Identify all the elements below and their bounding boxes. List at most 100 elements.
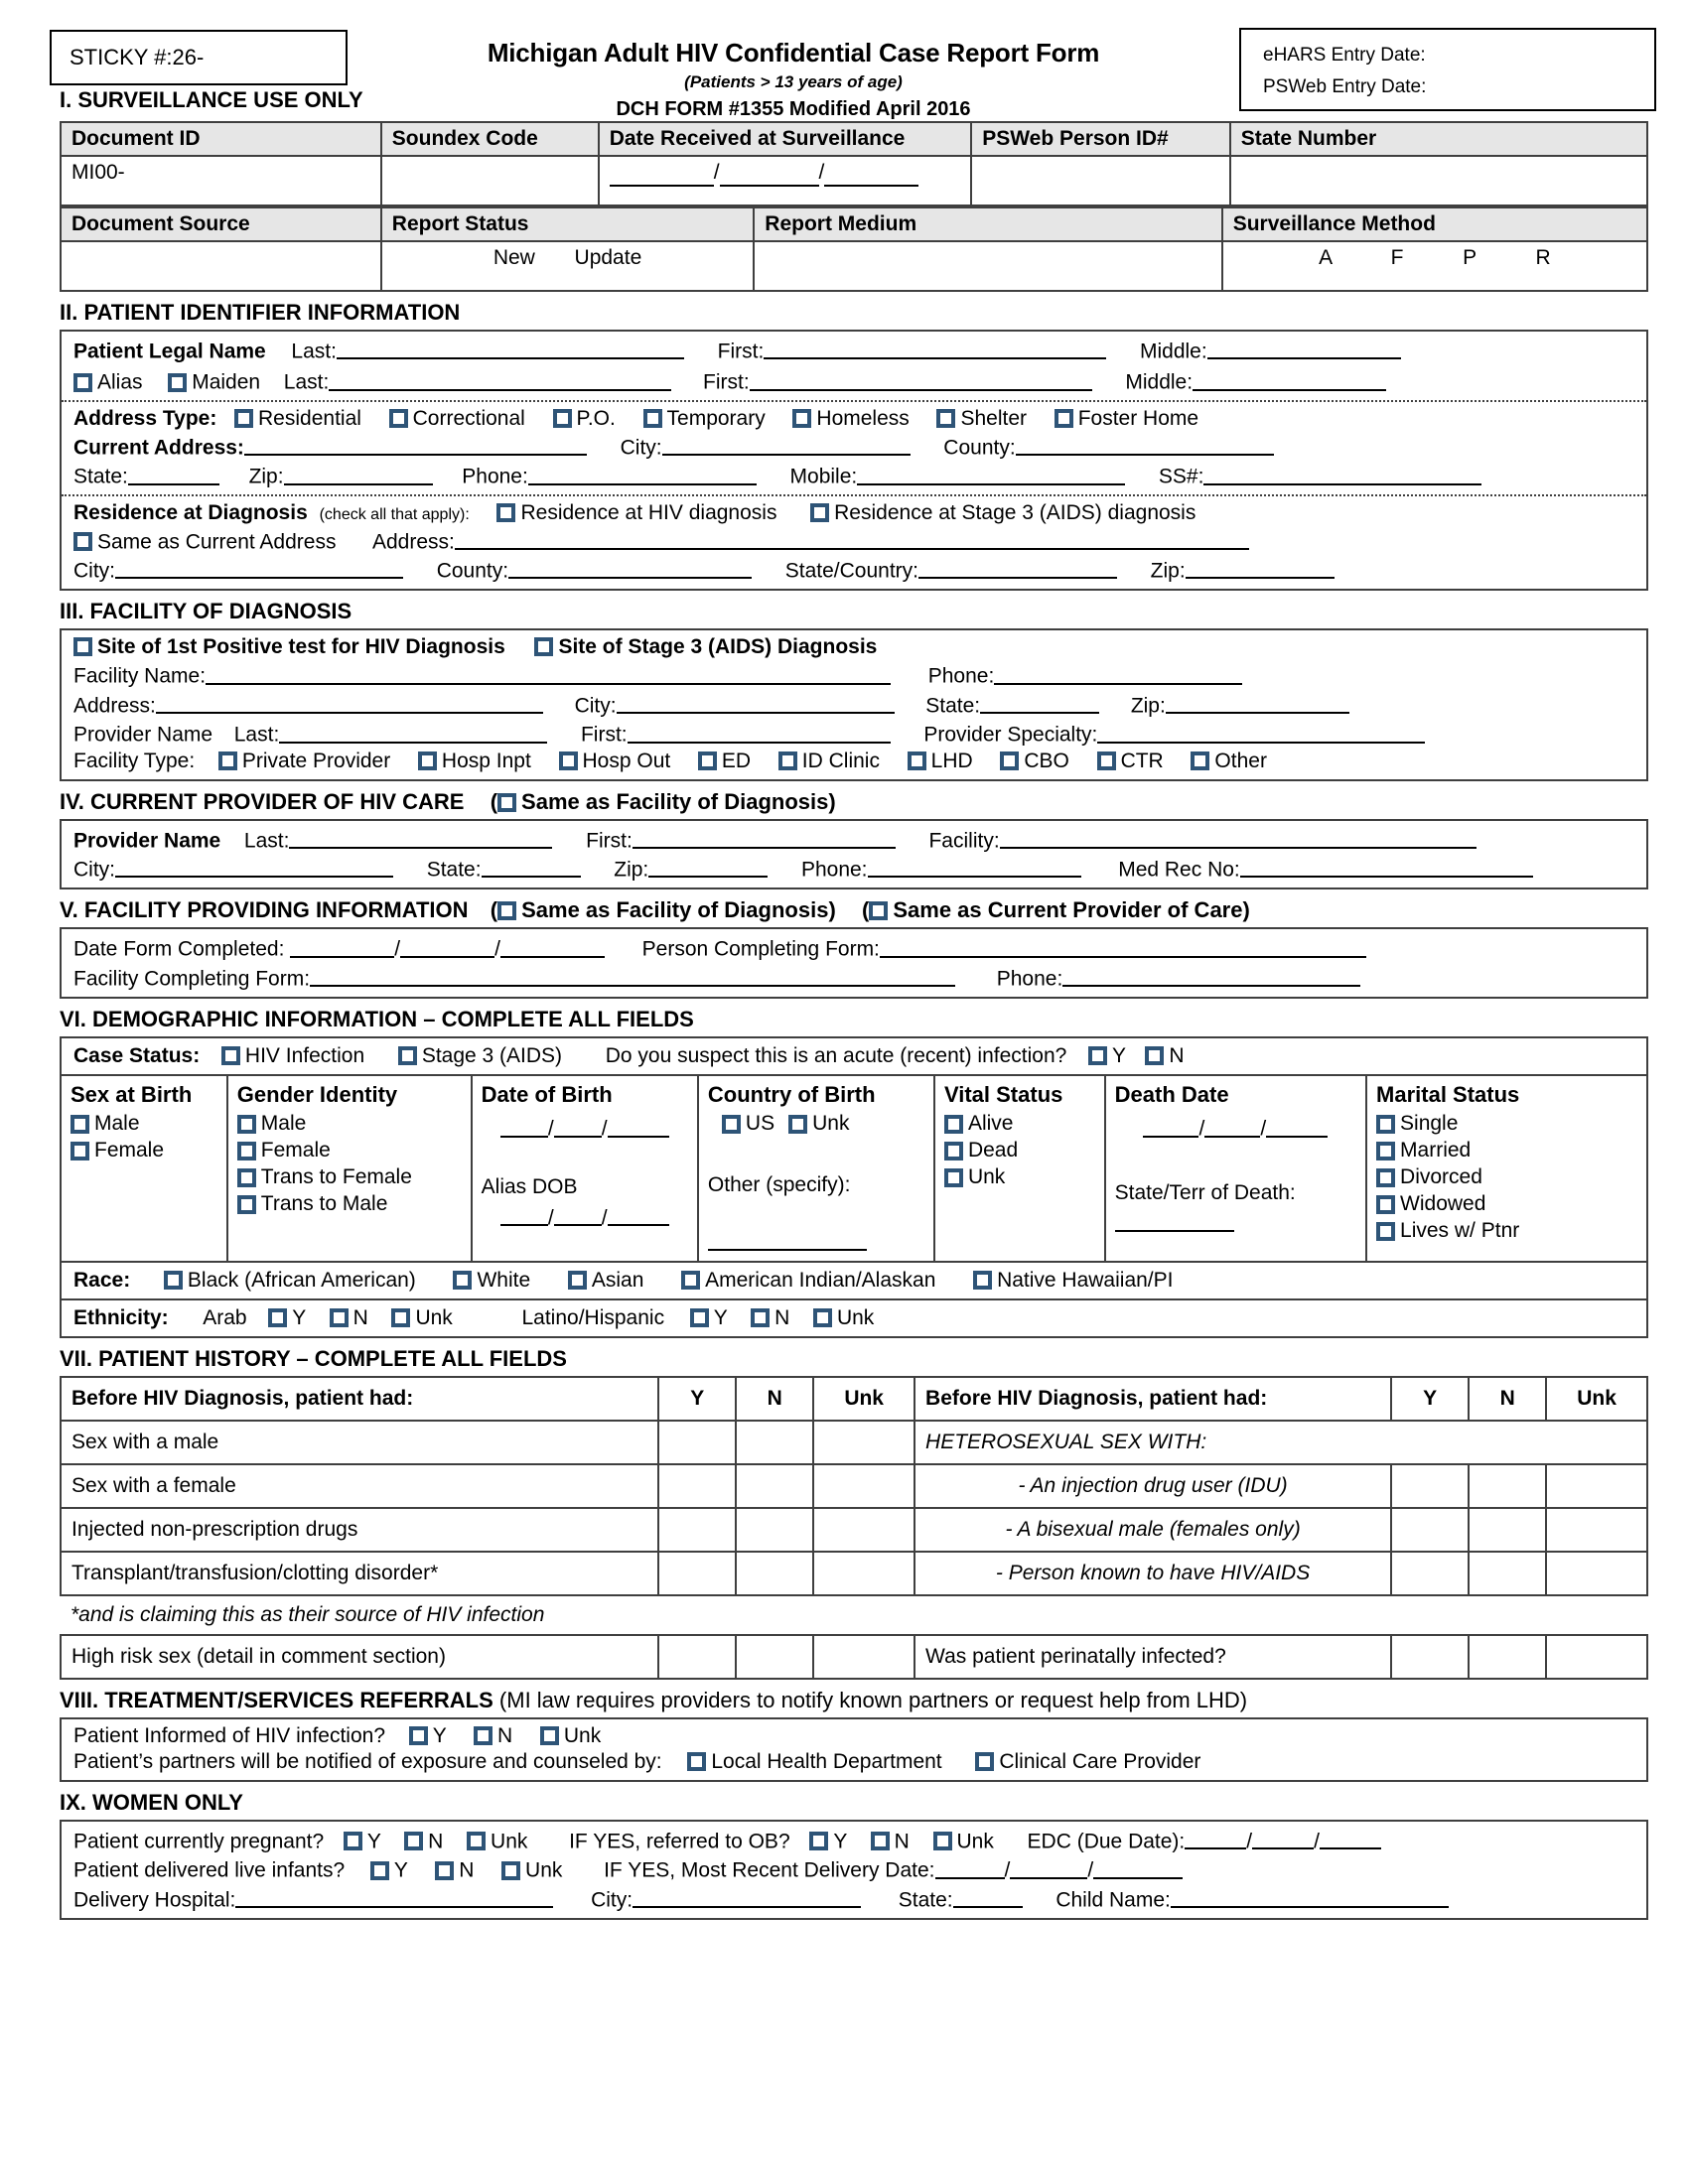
cell-y[interactable] — [657, 1462, 738, 1509]
gender-trans-to-male-checkbox[interactable] — [236, 1194, 256, 1214]
patient-informed-no-checkbox[interactable] — [474, 1725, 493, 1745]
ethnicity-latino-no-checkbox[interactable] — [751, 1307, 771, 1327]
alias-dob-input[interactable]: / / — [482, 1203, 688, 1230]
referred-ob-no-checkbox[interactable] — [870, 1832, 890, 1851]
delivery-city-input[interactable] — [633, 1885, 862, 1908]
cell-n[interactable] — [1468, 1462, 1548, 1509]
current-city-input[interactable] — [661, 433, 911, 457]
death-date-input[interactable]: / / — [1115, 1114, 1356, 1141]
cell-y[interactable] — [657, 1506, 738, 1553]
case-status-stage3-checkbox[interactable] — [397, 1046, 417, 1066]
cell-unk[interactable] — [812, 1633, 916, 1680]
child-name-input[interactable] — [1170, 1885, 1449, 1908]
mobile-input[interactable] — [857, 462, 1126, 485]
alias-first-name-input[interactable] — [749, 367, 1092, 391]
address-type-po-checkbox[interactable] — [552, 408, 572, 428]
care-state-input[interactable] — [481, 855, 581, 879]
address-type-homeless-checkbox[interactable] — [792, 408, 812, 428]
race-native-hawaiian-checkbox[interactable] — [973, 1270, 993, 1290]
info-same-as-facility-checkbox[interactable] — [497, 901, 517, 921]
date-of-birth-input[interactable]: / / — [482, 1114, 688, 1141]
patient-informed-unk-checkbox[interactable] — [539, 1725, 559, 1745]
phone-input[interactable] — [527, 462, 757, 485]
zip-input[interactable] — [283, 462, 433, 485]
care-facility-input[interactable] — [999, 826, 1477, 850]
facility-phone-input[interactable] — [994, 661, 1243, 685]
ethnicity-arab-no-checkbox[interactable] — [329, 1307, 349, 1327]
facility-type-hosp-inpt-checkbox[interactable] — [417, 751, 437, 770]
facility-type-other-checkbox[interactable] — [1191, 751, 1210, 770]
residence-state-country-input[interactable] — [917, 556, 1117, 580]
cell-surveillance-method[interactable]: A F P R — [1220, 240, 1649, 292]
alias-middle-name-input[interactable] — [1193, 367, 1387, 391]
case-status-hiv-infection-checkbox[interactable] — [220, 1046, 240, 1066]
site-first-positive-checkbox[interactable] — [73, 637, 92, 657]
pregnant-no-checkbox[interactable] — [404, 1832, 424, 1851]
referred-ob-unk-checkbox[interactable] — [932, 1832, 952, 1851]
edc-month-input[interactable] — [1185, 1827, 1247, 1850]
cell-y[interactable] — [1390, 1506, 1471, 1553]
legal-middle-name-input[interactable] — [1206, 337, 1401, 360]
marital-divorced-option[interactable]: Divorced — [1376, 1165, 1637, 1189]
cell-soundex-code[interactable] — [379, 155, 600, 206]
care-provider-last-input[interactable] — [289, 826, 553, 850]
ssn-input[interactable] — [1203, 462, 1482, 485]
cell-y[interactable] — [1390, 1462, 1471, 1509]
delivered-yes-checkbox[interactable] — [369, 1860, 389, 1880]
facility-name-input[interactable] — [206, 661, 892, 685]
person-completing-form-input[interactable] — [879, 934, 1366, 958]
race-black-checkbox[interactable] — [163, 1270, 183, 1290]
address-type-residential-checkbox[interactable] — [234, 408, 254, 428]
cell-unk[interactable] — [812, 1419, 916, 1465]
site-stage3-checkbox[interactable] — [534, 637, 554, 657]
address-type-correctional-checkbox[interactable] — [388, 408, 408, 428]
same-as-current-address-checkbox[interactable] — [73, 532, 92, 552]
cell-unk[interactable] — [1545, 1550, 1648, 1596]
residence-stage3-diagnosis-checkbox[interactable] — [810, 502, 830, 522]
country-unk-checkbox[interactable] — [788, 1114, 808, 1134]
care-med-rec-input[interactable] — [1239, 855, 1533, 879]
edc-year-input[interactable] — [1319, 1827, 1381, 1850]
cell-n[interactable] — [735, 1506, 815, 1553]
ethnicity-arab-unk-checkbox[interactable] — [391, 1307, 411, 1327]
delivery-month-input[interactable] — [934, 1855, 1005, 1879]
acute-infection-yes-checkbox[interactable] — [1088, 1046, 1108, 1066]
cell-document-id[interactable]: MI00- — [60, 155, 382, 206]
alias-checkbox[interactable] — [73, 372, 92, 392]
sticky-number-box[interactable]: STICKY #:26- — [50, 30, 348, 85]
surveillance-method-f[interactable]: F — [1391, 246, 1404, 269]
residence-hiv-diagnosis-checkbox[interactable] — [496, 502, 516, 522]
cell-n[interactable] — [1468, 1550, 1548, 1596]
cell-date-received[interactable]: / / — [597, 155, 973, 206]
gender-female-checkbox[interactable] — [236, 1141, 256, 1160]
current-address-input[interactable] — [243, 433, 587, 457]
gender-trans-to-female-option[interactable]: Trans to Female — [236, 1165, 462, 1189]
address-type-shelter-checkbox[interactable] — [936, 408, 956, 428]
address-type-temporary-checkbox[interactable] — [642, 408, 662, 428]
facility-type-hosp-out-checkbox[interactable] — [558, 751, 578, 770]
facility-state-input[interactable] — [980, 691, 1100, 715]
sex-male-option[interactable]: Male — [70, 1112, 217, 1136]
surveillance-method-p[interactable]: P — [1463, 246, 1477, 269]
cell-n[interactable] — [735, 1633, 815, 1680]
marital-widowed-option[interactable]: Widowed — [1376, 1192, 1637, 1216]
current-county-input[interactable] — [1015, 433, 1274, 457]
gender-trans-to-male-option[interactable]: Trans to Male — [236, 1192, 462, 1216]
partners-lhd-checkbox[interactable] — [687, 1751, 707, 1771]
cell-unk[interactable] — [1545, 1506, 1648, 1553]
cell-state-number[interactable] — [1228, 155, 1649, 206]
cell-document-source[interactable] — [60, 240, 382, 292]
cell-y[interactable] — [1390, 1633, 1471, 1680]
vital-dead-option[interactable]: Dead — [943, 1139, 1095, 1162]
marital-single-option[interactable]: Single — [1376, 1112, 1637, 1136]
facility-type-ed-checkbox[interactable] — [697, 751, 717, 770]
provider-specialty-input[interactable] — [1097, 720, 1426, 744]
surveillance-method-r[interactable]: R — [1535, 246, 1550, 269]
residence-county-input[interactable] — [508, 556, 753, 580]
vital-dead-checkbox[interactable] — [943, 1141, 963, 1160]
acute-infection-no-checkbox[interactable] — [1145, 1046, 1165, 1066]
sex-female-checkbox[interactable] — [70, 1141, 89, 1160]
report-status-update[interactable]: Update — [575, 246, 642, 269]
delivery-day-input[interactable] — [1010, 1855, 1088, 1879]
marital-lives-w-ptnr-checkbox[interactable] — [1376, 1221, 1396, 1241]
